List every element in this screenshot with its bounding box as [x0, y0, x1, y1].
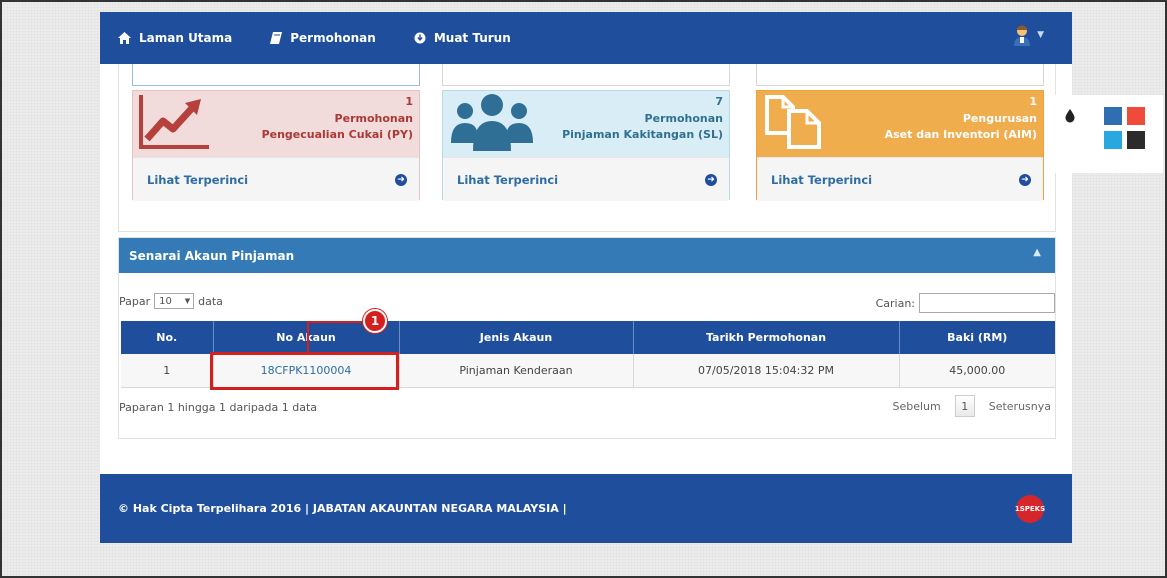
page-length-select[interactable]: 10 ▼ [154, 293, 195, 309]
panel-header: Senarai Akaun Pinjaman ▲ [119, 238, 1055, 273]
column-header-no[interactable]: No. [121, 321, 214, 354]
footer-text: © Hak Cipta Terpelihara 2016 | JABATAN A… [118, 502, 567, 515]
nav-muat-turun-label: Muat Turun [433, 31, 511, 45]
nav-permohonan[interactable]: Permohonan [270, 31, 376, 45]
footer: © Hak Cipta Terpelihara 2016 | JABATAN A… [100, 474, 1072, 543]
tile-title: Pengurusan Aset dan Inventori (AIM) [885, 111, 1037, 143]
tile-count: 1 [1029, 95, 1037, 108]
search-input[interactable] [919, 293, 1055, 313]
previous-button[interactable]: Sebelum [892, 400, 940, 413]
color-drop-icon[interactable] [1065, 109, 1075, 123]
callout-line [307, 321, 369, 352]
tile-title-line1: Permohonan [334, 112, 413, 125]
tile-strip [442, 64, 730, 86]
tile-title: Permohonan Pinjaman Kakitangan (SL) [562, 111, 723, 143]
table-header-row: No. No Akaun Jenis Akaun Tarikh Permohon… [121, 321, 1055, 354]
tile-pengecualian-cukai: 1 Permohonan Pengecualian Cukai (PY) Lih… [132, 90, 420, 201]
loan-accounts-panel: Senarai Akaun Pinjaman ▲ Papar 10 ▼ data… [118, 237, 1056, 439]
tile-title-line1: Permohonan [644, 112, 723, 125]
chevron-up-icon[interactable]: ▲ [1033, 247, 1041, 258]
home-icon [118, 32, 131, 44]
column-header-balance[interactable]: Baki (RM) [899, 321, 1055, 354]
cell-no: 1 [121, 354, 214, 388]
next-button[interactable]: Seterusnya [989, 400, 1051, 413]
top-navbar: Laman Utama Permohonan Muat Turun ▼ [100, 12, 1072, 64]
tile-count: 7 [715, 95, 723, 108]
page-length-value: 10 [159, 295, 172, 307]
callout-highlight-box [210, 352, 399, 390]
theme-swatch-light-blue[interactable] [1104, 131, 1122, 149]
user-menu[interactable]: ▼ [1013, 24, 1044, 46]
app-page: Laman Utama Permohonan Muat Turun ▼ 1 Pe… [100, 12, 1072, 543]
callout-number-badge: 1 [363, 309, 387, 333]
view-details-link[interactable]: Lihat Terperinci [147, 173, 248, 187]
arrow-right-circle-icon[interactable]: ➜ [395, 173, 407, 186]
tile-title-line2: Pengecualian Cukai (PY) [261, 128, 413, 141]
page-length-control: Papar 10 ▼ data [119, 293, 223, 309]
page-button[interactable]: 1 [954, 395, 975, 417]
search-label: Carian: [875, 296, 915, 310]
caret-down-icon: ▼ [184, 297, 191, 305]
trend-chart-icon [139, 95, 209, 149]
cell-date: 07/05/2018 15:04:32 PM [633, 354, 900, 388]
user-avatar-icon [1014, 25, 1031, 46]
nav-muat-turun[interactable]: Muat Turun [414, 31, 511, 45]
nav-permohonan-label: Permohonan [290, 31, 376, 45]
tile-title-line2: Aset dan Inventori (AIM) [884, 128, 1037, 141]
tile-strip [132, 64, 420, 86]
tile-title: Permohonan Pengecualian Cukai (PY) [262, 111, 413, 143]
tile-strip [756, 64, 1044, 86]
cell-type: Pinjaman Kenderaan [399, 354, 634, 388]
table-info: Paparan 1 hingga 1 daripada 1 data [119, 401, 318, 414]
tile-aset-inventori: 1 Pengurusan Aset dan Inventori (AIM) Li… [756, 90, 1044, 201]
tile-pinjaman-kakitangan: 7 Permohonan Pinjaman Kakitangan (SL) Li… [442, 90, 730, 201]
theme-switcher [1055, 95, 1163, 173]
theme-swatch-red[interactable] [1127, 107, 1145, 125]
copy-icon [765, 95, 821, 149]
view-details-link[interactable]: Lihat Terperinci [457, 173, 558, 187]
column-header-type[interactable]: Jenis Akaun [399, 321, 634, 354]
search-control: Carian: [876, 293, 1055, 313]
tile-title-line2: Pinjaman Kakitangan (SL) [562, 128, 723, 141]
book-icon [270, 32, 283, 44]
users-icon [451, 94, 533, 151]
theme-swatch-blue[interactable] [1104, 107, 1122, 125]
nav-home[interactable]: Laman Utama [118, 31, 232, 45]
cell-balance: 45,000.00 [899, 354, 1055, 388]
column-header-date[interactable]: Tarikh Permohonan [633, 321, 900, 354]
nav-home-label: Laman Utama [139, 31, 233, 45]
length-prefix: Papar [119, 294, 151, 308]
download-icon [414, 32, 426, 44]
arrow-right-circle-icon[interactable]: ➜ [1019, 173, 1031, 186]
view-details-link[interactable]: Lihat Terperinci [771, 173, 872, 187]
theme-swatch-black[interactable] [1127, 131, 1145, 149]
length-suffix: data [198, 294, 223, 308]
spekss-logo: 1SPEKS [1015, 495, 1045, 523]
panel-title: Senarai Akaun Pinjaman [129, 248, 295, 263]
pagination: Sebelum 1 Seterusnya [892, 395, 1051, 417]
arrow-right-circle-icon[interactable]: ➜ [705, 173, 717, 186]
tile-title-line1: Pengurusan [962, 112, 1037, 125]
tile-count: 1 [405, 95, 413, 108]
chevron-down-icon: ▼ [1037, 30, 1044, 40]
